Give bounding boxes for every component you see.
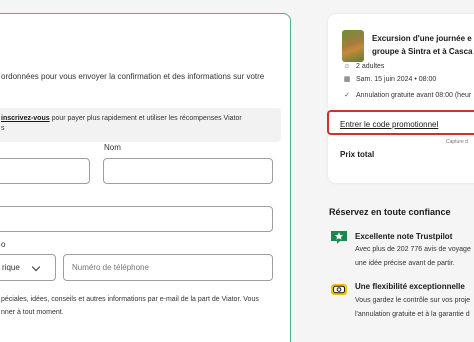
signin-link[interactable]: inscrivez-vous	[1, 115, 50, 122]
optin-line2: nner à tout moment.	[1, 309, 64, 316]
country-code-select[interactable]: rique	[0, 254, 56, 281]
travelers-text: 2 adultes	[356, 63, 385, 70]
person-icon: ☺	[343, 63, 351, 70]
flexibility-text-line2: l'annulation gratuite et à la garantie d	[355, 311, 470, 318]
travelers-row: ☺ 2 adultes	[342, 63, 384, 70]
tour-title-line1: Excursion d'une journée e	[372, 34, 472, 43]
signin-prompt: inscrivez-vous pour payer plus rapidemen…	[0, 108, 281, 142]
contact-form-card: ordonnées pour vous envoyer la confirmat…	[0, 13, 291, 342]
intro-text: ordonnées pour vous envoyer la confirmat…	[1, 72, 265, 81]
country-code-value: rique	[2, 263, 20, 272]
calendar-flexibility-icon	[331, 284, 347, 295]
confidence-heading: Réservez en toute confiance	[329, 207, 451, 217]
signin-text: pour payer plus rapidement et utiliser l…	[49, 115, 242, 122]
date-text: Sam. 15 juin 2024 • 08:00	[356, 76, 437, 83]
booking-summary-card: Excursion d'une journée e groupe à Sintr…	[327, 14, 474, 183]
trustpilot-text: Avec plus de 202 776 avis de voyage une …	[355, 243, 471, 271]
promo-code-link[interactable]: Entrer le code promotionnel	[340, 120, 438, 129]
chevron-down-icon	[31, 262, 41, 272]
trustpilot-text-line1: Avec plus de 202 776 avis de voyage	[355, 246, 471, 253]
cancellation-row: ✓ Annulation gratuite avant 08:00 (heur	[342, 91, 471, 99]
flexibility-text: Vous gardez le contrôle sur vos proje l'…	[355, 294, 470, 322]
nom-label: Nom	[104, 143, 121, 152]
tour-title-line2: groupe à Sintra et à Casca	[372, 47, 473, 56]
phone-label: o	[1, 240, 6, 249]
phone-number-field[interactable]	[63, 254, 273, 281]
captured-label: Capture d	[446, 139, 468, 145]
tour-thumbnail	[342, 30, 364, 62]
first-name-field[interactable]	[0, 158, 90, 184]
trustpilot-title: Excellente note Trustpilot	[355, 232, 453, 241]
flexibility-text-line1: Vous gardez le contrôle sur vos proje	[355, 297, 471, 304]
signin-text-line2: s	[1, 125, 5, 132]
tour-title[interactable]: Excursion d'une journée e groupe à Sintr…	[372, 32, 472, 58]
trustpilot-star-icon	[331, 231, 347, 244]
cancellation-text: Annulation gratuite avant 08:00 (heur	[356, 92, 472, 99]
email-field[interactable]	[0, 206, 273, 232]
calendar-icon: ▦	[343, 76, 351, 83]
optin-line1: péciales, idées, conseils et autres info…	[1, 296, 259, 303]
date-row: ▦ Sam. 15 juin 2024 • 08:00	[342, 75, 437, 83]
marketing-optin-text: péciales, idées, conseils et autres info…	[1, 293, 259, 319]
check-circle-icon: ✓	[344, 92, 350, 99]
total-price-label: Prix total	[340, 150, 375, 159]
trustpilot-text-line2: une idée précise avant de partir.	[355, 260, 455, 267]
last-name-field[interactable]	[103, 158, 273, 184]
flexibility-title: Une flexibilité exceptionnelle	[355, 282, 465, 291]
